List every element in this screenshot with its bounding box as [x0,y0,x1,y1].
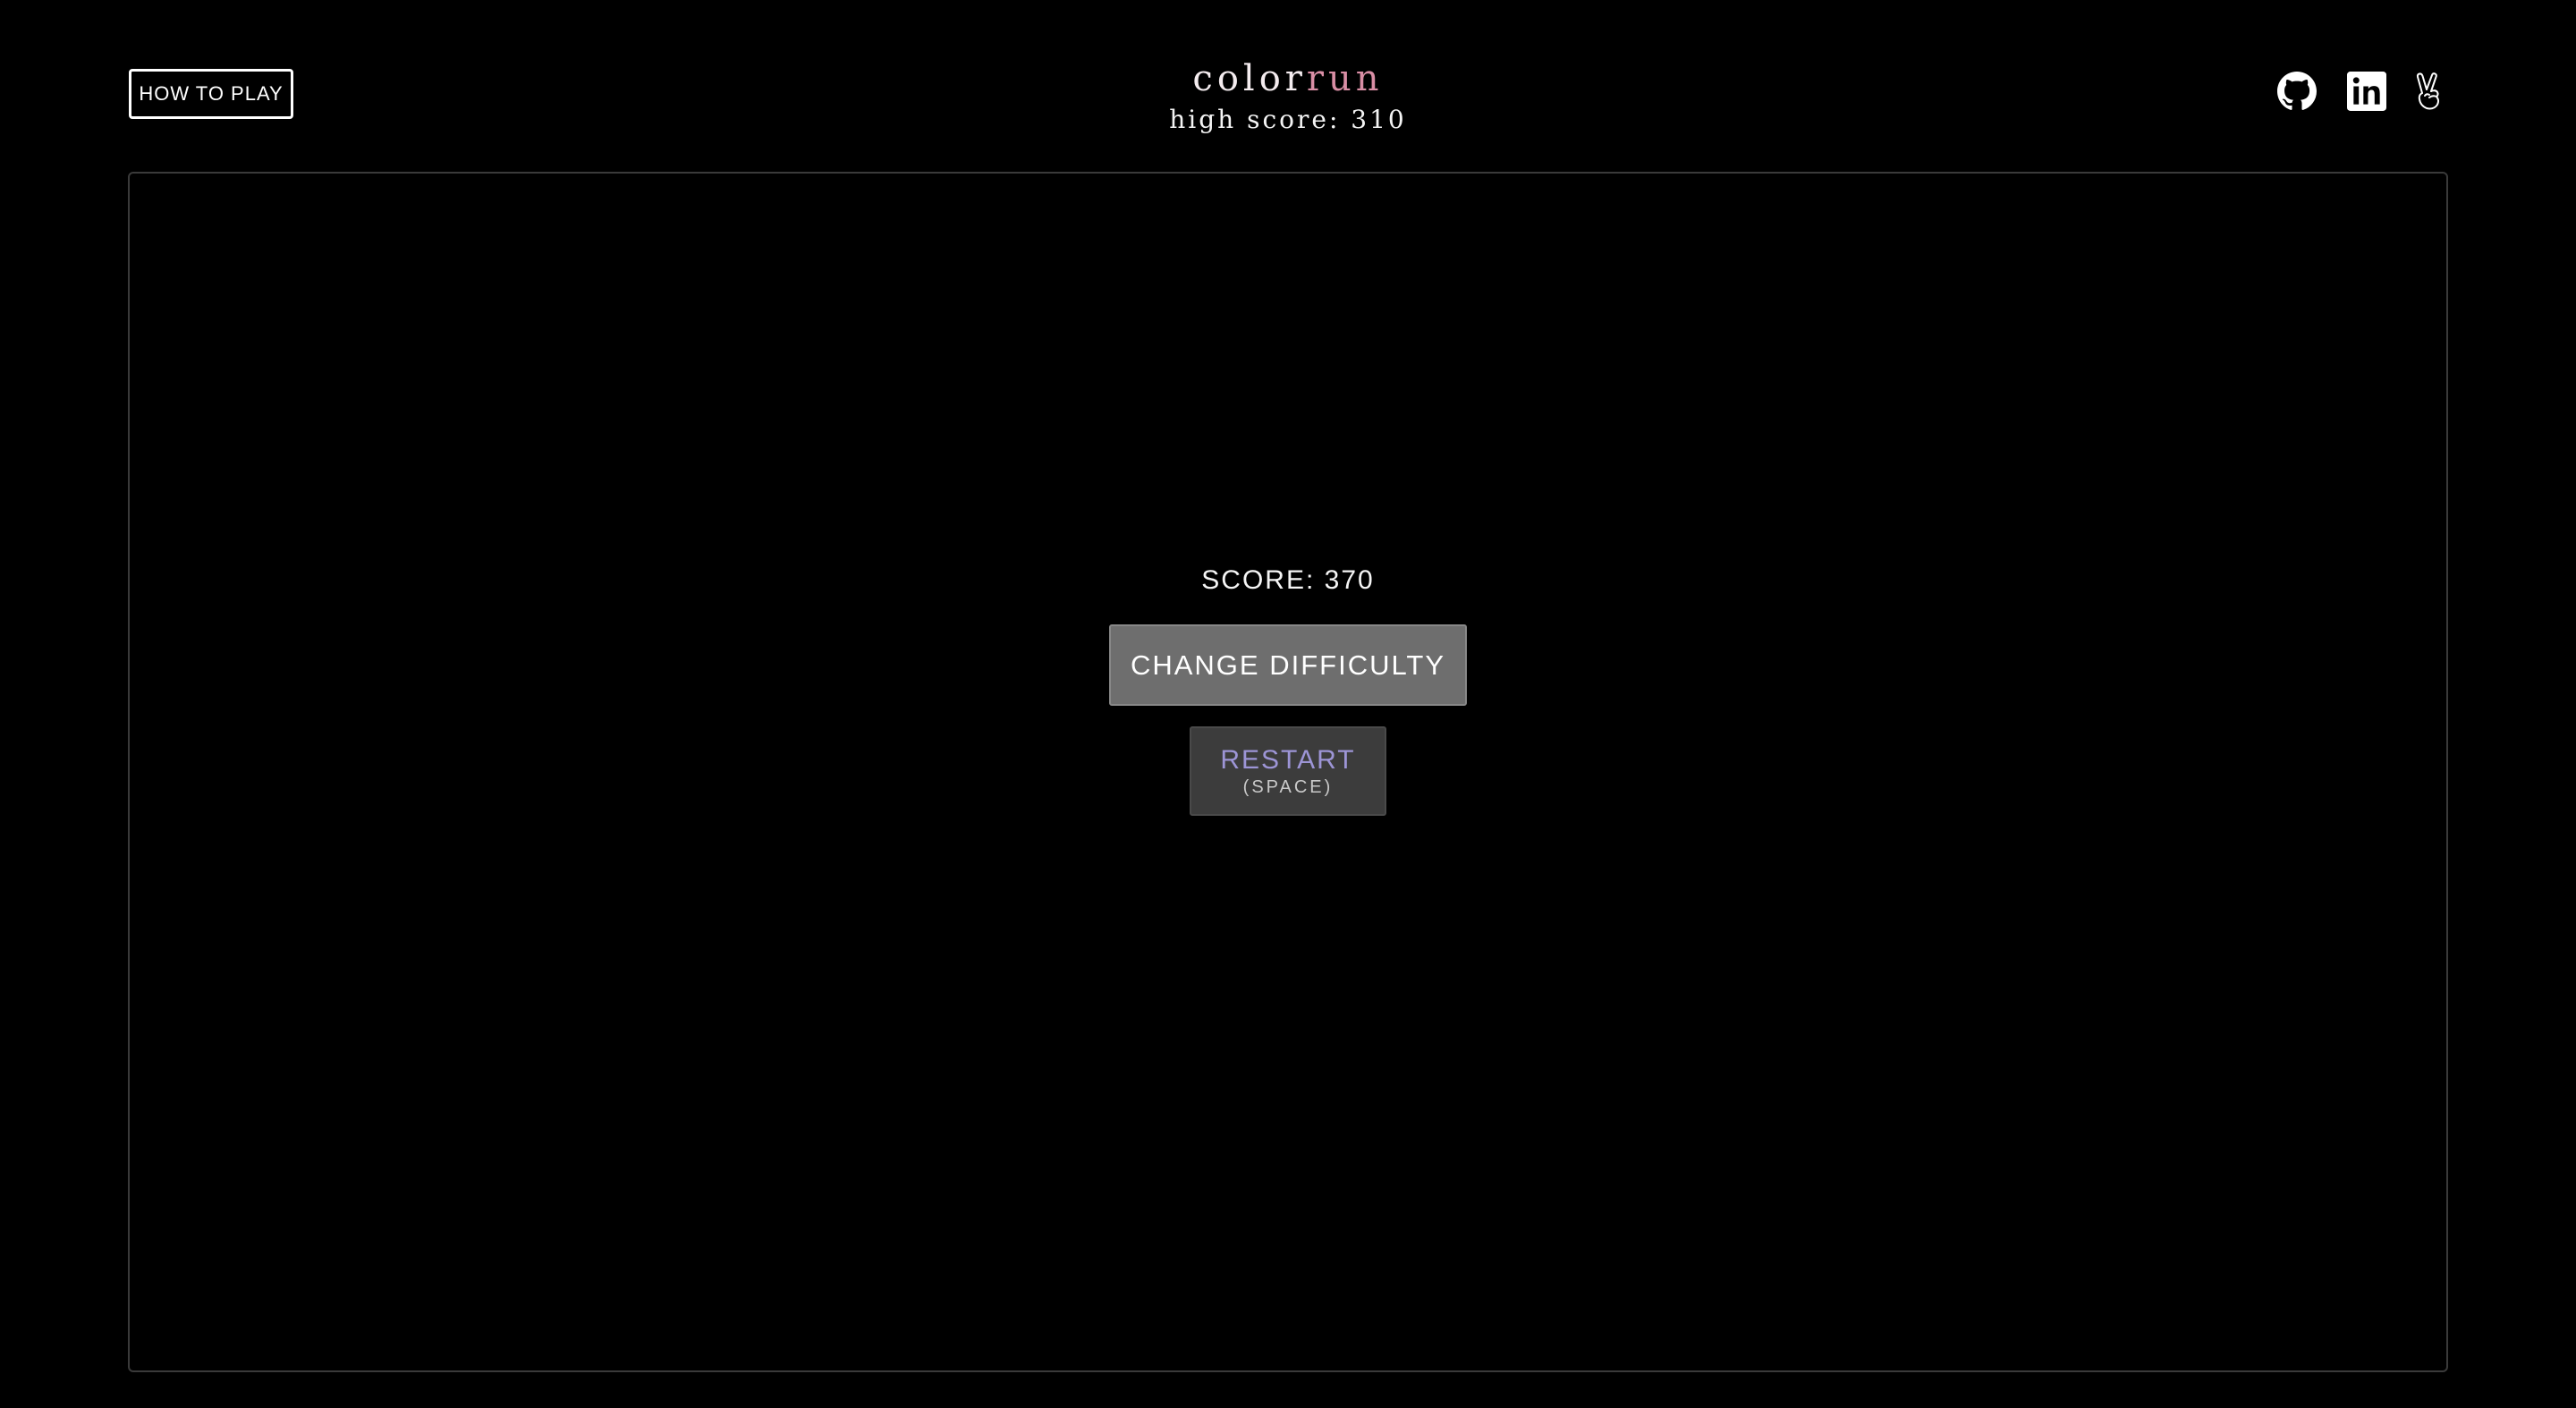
linkedin-icon [2347,72,2386,111]
linkedin-link[interactable] [2347,70,2386,113]
peace-link[interactable] [2413,70,2445,113]
restart-label: RESTART [1220,745,1356,775]
score-display: SCORE: 370 [1201,565,1375,595]
restart-shortcut-hint: (SPACE) [1242,777,1334,797]
change-difficulty-button[interactable]: CHANGE DIFFICULTY [1109,624,1467,706]
restart-button[interactable]: RESTART (SPACE) [1190,726,1386,816]
peace-hand-icon [2416,72,2440,110]
github-icon [2277,72,2317,110]
page: HOW TO PLAY colorrun high score: 310 SCO… [0,0,2576,1408]
social-links [0,70,2576,123]
github-link[interactable] [2277,70,2317,113]
